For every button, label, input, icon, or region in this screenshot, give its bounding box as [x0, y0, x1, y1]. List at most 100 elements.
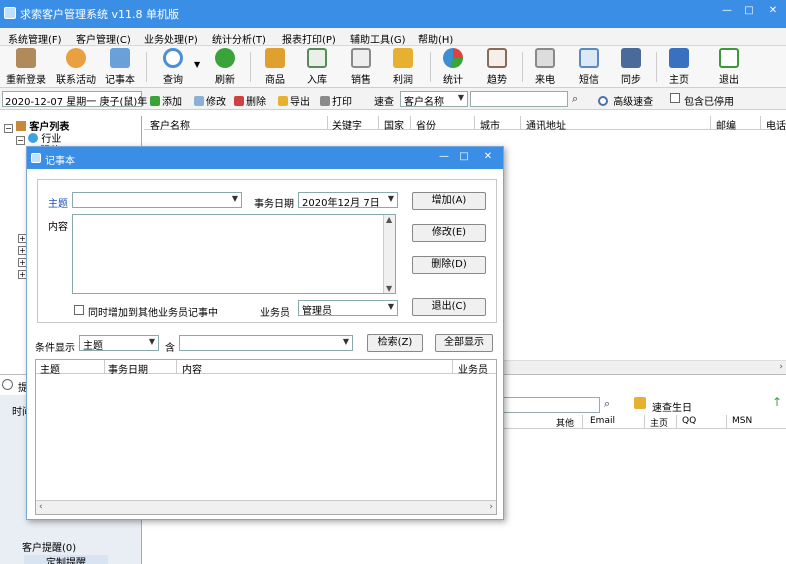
toolbar-sync-button[interactable]: 同步 — [616, 48, 646, 86]
exit-dialog-button[interactable]: 退出(C) — [412, 298, 486, 316]
subject-input[interactable]: ▼ — [72, 192, 242, 208]
column-address[interactable]: 通讯地址 — [526, 117, 566, 132]
menu-customer[interactable]: 客户管理(C) — [76, 31, 131, 46]
show-all-button[interactable]: 全部显示 — [435, 334, 493, 352]
delete-button[interactable]: 删除 — [234, 93, 266, 108]
column-postcode[interactable]: 邮编 — [716, 117, 736, 132]
include-disabled-checkbox[interactable] — [670, 93, 680, 103]
content-scrollbar[interactable]: ▲ ▼ — [383, 215, 395, 293]
toolbar-statistics-button[interactable]: 统计 — [438, 48, 468, 86]
toolbar-refresh-button[interactable]: 刷新 — [210, 48, 240, 86]
phone-icon — [535, 48, 555, 68]
grid-column-subject[interactable]: 主题 — [40, 361, 60, 376]
grid-column-content[interactable]: 内容 — [182, 361, 202, 376]
edit-button[interactable]: 修改 — [194, 93, 226, 108]
staff-label: 业务员 — [260, 308, 290, 319]
scroll-right-icon[interactable]: › — [489, 502, 493, 512]
custom-reminder-button[interactable]: 定制提醒 — [24, 555, 108, 564]
add-icon — [150, 96, 160, 106]
minimize-button[interactable]: — — [718, 4, 736, 18]
column-country[interactable]: 国家 — [384, 117, 404, 132]
advanced-search-button[interactable]: 高级速查 — [598, 93, 653, 108]
search-dropdown-arrow-icon[interactable]: ▼ — [194, 60, 200, 69]
scroll-up-icon[interactable]: ▲ — [386, 215, 392, 224]
toolbar-stock-in-button[interactable]: 入库 — [302, 48, 332, 86]
toolbar-goods-button[interactable]: 商品 — [260, 48, 290, 86]
search-icon[interactable]: ⌕ — [604, 397, 610, 411]
subject-label: 主题 — [48, 199, 68, 210]
column-city[interactable]: 城市 — [480, 117, 500, 132]
column-qq[interactable]: QQ — [682, 416, 696, 426]
toolbar-profit-button[interactable]: 利润 — [388, 48, 418, 86]
toolbar-search-button[interactable]: 查询 — [158, 48, 188, 86]
column-divider — [104, 360, 105, 374]
menu-system[interactable]: 系统管理(F) — [8, 31, 62, 46]
search-icon — [163, 48, 183, 68]
maximize-button[interactable]: □ — [740, 4, 758, 18]
delete-entry-button[interactable]: 删除(D) — [412, 256, 486, 274]
column-phone[interactable]: 电话 — [766, 117, 786, 132]
close-button[interactable]: ✕ — [764, 4, 782, 18]
refresh-icon — [215, 48, 235, 68]
customer-reminder-item[interactable]: 客户提醒(0) — [22, 539, 76, 554]
menu-statistics[interactable]: 统计分析(T) — [212, 31, 266, 46]
menu-help[interactable]: 帮助(H) — [418, 31, 453, 46]
birthday-search-button[interactable]: 速查生日 — [652, 399, 692, 414]
dialog-maximize-button[interactable]: □ — [455, 150, 473, 164]
date-picker[interactable]: 2020年12月 7日 ▼ — [298, 192, 398, 209]
grid-column-date[interactable]: 事务日期 — [108, 361, 148, 376]
column-customer-name[interactable]: 客户名称 — [150, 117, 190, 132]
filter-value-input[interactable]: ▼ — [179, 335, 353, 351]
search-entries-button[interactable]: 检索(Z) — [367, 334, 423, 352]
arrow-up-icon[interactable]: ↑ — [772, 395, 782, 409]
toolbar-incoming-call-button[interactable]: 来电 — [530, 48, 560, 86]
dialog-close-button[interactable]: ✕ — [479, 150, 497, 164]
quick-search-input[interactable] — [470, 91, 568, 107]
menu-business[interactable]: 业务处理(P) — [144, 31, 198, 46]
pie-chart-icon — [443, 48, 463, 68]
column-province[interactable]: 省份 — [416, 117, 436, 132]
menu-reports[interactable]: 报表打印(P) — [282, 31, 336, 46]
toolbar-notebook-button[interactable]: 记事本 — [102, 48, 138, 86]
export-button[interactable]: 导出 — [278, 93, 310, 108]
column-msn[interactable]: MSN — [732, 416, 752, 426]
toolbar-trend-button[interactable]: 趋势 — [482, 48, 512, 86]
toolbar-sms-button[interactable]: 短信 — [574, 48, 604, 86]
toolbar-sales-button[interactable]: 销售 — [346, 48, 376, 86]
scroll-down-icon[interactable]: ▼ — [386, 284, 392, 293]
export-icon — [278, 96, 288, 106]
add-button[interactable]: 添加 — [150, 93, 182, 108]
toolbar-separator — [430, 52, 431, 82]
edit-entry-button[interactable]: 修改(E) — [412, 224, 486, 242]
also-add-checkbox[interactable] — [74, 305, 84, 315]
toolbar-exit-button[interactable]: 退出 — [714, 48, 744, 86]
search-icon[interactable]: ⌕ — [572, 92, 578, 106]
scroll-left-icon[interactable]: ‹ — [39, 502, 43, 512]
column-email[interactable]: Email — [590, 416, 615, 426]
collapse-icon[interactable]: − — [16, 136, 25, 145]
grid-column-staff[interactable]: 业务员 — [458, 361, 488, 376]
collapse-icon[interactable]: − — [4, 124, 13, 133]
column-keyword[interactable]: 关键字 — [332, 117, 362, 132]
menu-bar: 系统管理(F) 客户管理(C) 业务处理(P) 统计分析(T) 报表打印(P) … — [0, 28, 786, 46]
trend-icon — [487, 48, 507, 68]
filter-field-select[interactable]: 主题 ▼ — [79, 335, 159, 352]
reminder-list-header: 其他 Email 主页 QQ MSN — [500, 415, 786, 429]
birthday-search-input[interactable] — [500, 397, 600, 413]
menu-tools[interactable]: 辅助工具(G) — [350, 31, 406, 46]
toolbar-contact-button[interactable]: 联系活动 — [56, 48, 96, 86]
staff-select[interactable]: 管理员 ▼ — [298, 300, 398, 317]
dialog-minimize-button[interactable]: — — [435, 150, 453, 164]
column-homepage[interactable]: 主页 — [650, 416, 668, 429]
quick-search-field-select[interactable]: 客户名称 ▼ — [400, 91, 468, 108]
scroll-right-icon[interactable]: › — [779, 362, 783, 372]
toolbar-home-button[interactable]: 主页 — [664, 48, 694, 86]
current-date-field[interactable]: 2020-12-07 星期一 庚子(鼠)年 — [2, 91, 147, 108]
grid-horizontal-scrollbar[interactable]: ‹ › — [36, 500, 496, 514]
dialog-title: 记事本 — [45, 156, 75, 167]
column-other[interactable]: 其他 — [556, 416, 574, 429]
toolbar-relogin-button[interactable]: 重新登录 — [6, 48, 46, 86]
content-textarea[interactable]: ▲ ▼ — [72, 214, 396, 294]
print-button[interactable]: 打印 — [320, 93, 352, 108]
add-entry-button[interactable]: 增加(A) — [412, 192, 486, 210]
